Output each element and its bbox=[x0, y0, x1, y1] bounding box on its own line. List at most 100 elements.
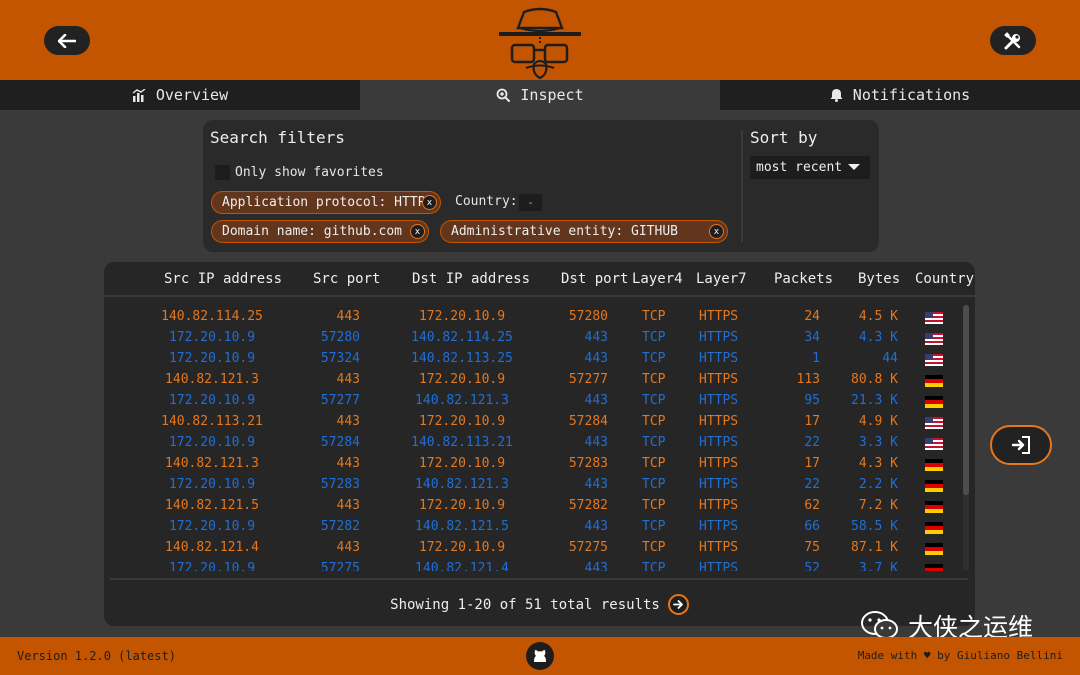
made-with-text: Made with ♥ by Giuliano Bellini bbox=[857, 649, 1063, 662]
favorites-label: Only show favorites bbox=[235, 165, 384, 180]
table-row[interactable]: 172.20.10.9 57282 140.82.121.5 443 TCP HTTPS 6… bbox=[104, 517, 975, 538]
cell-src-ip: 140.82.121.3 bbox=[165, 456, 259, 471]
table-row[interactable]: 172.20.10.9 57283 140.82.121.3 443 TCP HTTPS 2… bbox=[104, 475, 975, 496]
table-row[interactable]: 172.20.10.9 57284 140.82.113.21 443 TCP HTTPS… bbox=[104, 433, 975, 454]
table-row[interactable]: 140.82.114.25 443 172.20.10.9 57280 TCP HTTPS… bbox=[104, 307, 975, 328]
table-row[interactable]: 172.20.10.9 57324 140.82.113.25 443 TCP HTTPS… bbox=[104, 349, 975, 370]
app-protocol-filter-text: Application protocol: HTTPS bbox=[222, 195, 434, 210]
cell-layer4: TCP bbox=[642, 561, 666, 571]
country-input[interactable]: - bbox=[519, 194, 542, 211]
cell-layer4: TCP bbox=[642, 330, 666, 345]
table-row[interactable]: 140.82.121.5 443 172.20.10.9 57282 TCP HTTPS 6… bbox=[104, 496, 975, 517]
de-flag-icon bbox=[925, 375, 943, 387]
cell-dst-ip: 172.20.10.9 bbox=[418, 372, 506, 387]
col-layer7[interactable]: Layer7 bbox=[696, 271, 747, 287]
cell-packets: 17 bbox=[804, 414, 820, 429]
tab-overview[interactable]: Overview bbox=[0, 80, 360, 110]
cell-src-ip: 172.20.10.9 bbox=[168, 477, 256, 492]
cell-layer7: HTTPS bbox=[699, 519, 739, 534]
cell-bytes: 4.3 K bbox=[858, 330, 898, 345]
col-bytes[interactable]: Bytes bbox=[858, 271, 900, 287]
table-row[interactable]: 172.20.10.9 57280 140.82.114.25 443 TCP HTTPS… bbox=[104, 328, 975, 349]
col-src-port[interactable]: Src port bbox=[313, 271, 380, 287]
table-row[interactable]: 140.82.113.21 443 172.20.10.9 57284 TCP HTTPS… bbox=[104, 412, 975, 433]
next-page-button[interactable] bbox=[667, 594, 689, 615]
filters-title: Search filters bbox=[210, 128, 345, 147]
table-row[interactable]: 140.82.121.4 443 172.20.10.9 57275 TCP HTTPS 7… bbox=[104, 538, 975, 559]
cell-packets: 75 bbox=[804, 540, 820, 555]
table-row[interactable]: 140.82.121.3 443 172.20.10.9 57283 TCP HTTPS 1… bbox=[104, 454, 975, 475]
cell-dst-ip: 140.82.114.25 bbox=[411, 330, 513, 345]
cell-layer7: HTTPS bbox=[699, 498, 739, 513]
cell-bytes: 80.8 K bbox=[851, 372, 898, 387]
cell-src-port: 57282 bbox=[320, 519, 360, 534]
cell-dst-port: 443 bbox=[584, 477, 608, 492]
tab-notifications-label: Notifications bbox=[852, 86, 971, 104]
cell-packets: 34 bbox=[804, 330, 820, 345]
col-src-ip[interactable]: Src IP address bbox=[164, 271, 282, 287]
cell-packets: 22 bbox=[804, 435, 820, 450]
only-favorites-toggle[interactable]: Only show favorites bbox=[215, 165, 384, 180]
de-flag-icon bbox=[925, 543, 943, 555]
de-flag-icon bbox=[925, 396, 943, 408]
cell-layer4: TCP bbox=[642, 456, 666, 471]
table-row[interactable]: 172.20.10.9 57277 140.82.121.3 443 TCP HTTPS 9… bbox=[104, 391, 975, 412]
cell-dst-port: 57275 bbox=[568, 540, 608, 555]
col-dst-port[interactable]: Dst port bbox=[561, 271, 628, 287]
cell-src-ip: 172.20.10.9 bbox=[168, 351, 256, 366]
cell-src-port: 57283 bbox=[320, 477, 360, 492]
cell-dst-ip: 140.82.121.3 bbox=[415, 393, 509, 408]
tab-inspect[interactable]: Inspect bbox=[360, 80, 720, 110]
cell-packets: 1 bbox=[812, 351, 820, 366]
github-icon[interactable] bbox=[525, 641, 555, 671]
country-value: - bbox=[527, 196, 534, 209]
cell-dst-port: 443 bbox=[584, 435, 608, 450]
col-layer4[interactable]: Layer4 bbox=[632, 271, 683, 287]
cell-bytes: 44 bbox=[882, 351, 898, 366]
cell-layer4: TCP bbox=[642, 540, 666, 555]
cell-src-ip: 172.20.10.9 bbox=[168, 393, 256, 408]
export-report-button[interactable] bbox=[990, 425, 1052, 465]
back-button[interactable] bbox=[44, 26, 90, 55]
col-country[interactable]: Country bbox=[915, 271, 974, 287]
cell-layer7: HTTPS bbox=[699, 351, 739, 366]
cell-layer4: TCP bbox=[642, 477, 666, 492]
remove-app-protocol-button[interactable]: x bbox=[422, 195, 437, 210]
cell-dst-port: 443 bbox=[584, 561, 608, 571]
tab-notifications[interactable]: Notifications bbox=[720, 80, 1080, 110]
country-label: Country: bbox=[455, 194, 518, 209]
domain-filter-chip: Domain name: github.com x bbox=[211, 220, 429, 243]
close-icon: x bbox=[713, 226, 720, 237]
cell-src-ip: 140.82.121.5 bbox=[165, 498, 259, 513]
settings-button[interactable] bbox=[990, 26, 1036, 55]
de-flag-icon bbox=[925, 480, 943, 492]
app-logo bbox=[499, 7, 581, 80]
cell-layer7: HTTPS bbox=[699, 414, 739, 429]
col-packets[interactable]: Packets bbox=[774, 271, 833, 287]
cell-bytes: 58.5 K bbox=[851, 519, 898, 534]
sort-title: Sort by bbox=[750, 128, 818, 147]
cell-dst-ip: 172.20.10.9 bbox=[418, 456, 506, 471]
zoom-in-icon bbox=[496, 88, 511, 102]
domain-filter-text: Domain name: github.com bbox=[222, 224, 403, 239]
table-row[interactable]: 172.20.10.9 57275 140.82.121.4 443 TCP HTTPS 5… bbox=[104, 559, 975, 571]
cell-dst-port: 443 bbox=[584, 519, 608, 534]
cell-dst-port: 57277 bbox=[568, 372, 608, 387]
cell-src-ip: 140.82.121.3 bbox=[165, 372, 259, 387]
cell-layer7: HTTPS bbox=[699, 456, 739, 471]
sort-select[interactable]: most recent bbox=[750, 156, 870, 179]
remove-domain-button[interactable]: x bbox=[410, 224, 425, 239]
table-row[interactable]: 140.82.121.3 443 172.20.10.9 57277 TCP HTTPS 1… bbox=[104, 370, 975, 391]
search-filters-panel: Search filters Only show favorites Appli… bbox=[203, 120, 879, 252]
col-dst-ip[interactable]: Dst IP address bbox=[412, 271, 530, 287]
remove-admin-entity-button[interactable]: x bbox=[709, 224, 724, 239]
arrow-left-icon bbox=[58, 33, 76, 48]
admin-entity-filter-text: Administrative entity: GITHUB bbox=[451, 224, 678, 239]
cell-dst-ip: 140.82.113.21 bbox=[411, 435, 513, 450]
cell-packets: 52 bbox=[804, 561, 820, 571]
cell-dst-port: 57280 bbox=[568, 309, 608, 324]
favorites-checkbox[interactable] bbox=[215, 165, 230, 180]
cell-dst-port: 443 bbox=[584, 351, 608, 366]
table-scrollbar-thumb[interactable] bbox=[963, 305, 969, 495]
tab-bar: Overview Inspect Notifications bbox=[0, 80, 1080, 110]
